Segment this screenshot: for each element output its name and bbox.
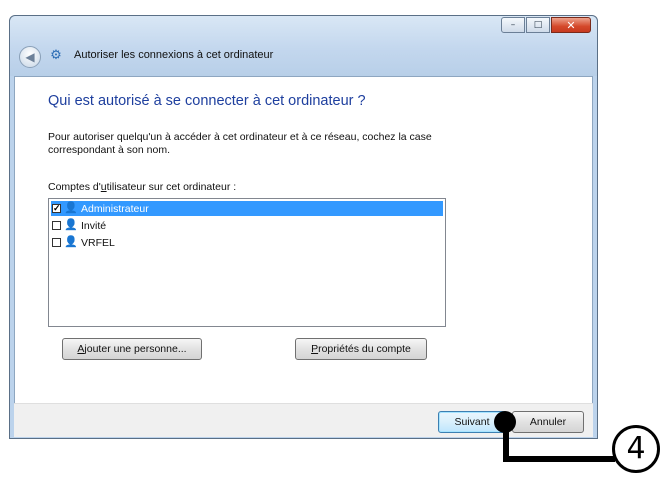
list-item[interactable]: 👤 VRFEL	[51, 235, 443, 250]
user-checkbox[interactable]	[52, 238, 61, 247]
list-item[interactable]: 👤 Invité	[51, 218, 443, 233]
user-list-label: Comptes d'utilisateur sur cet ordinateur…	[48, 181, 236, 193]
callout-line-horizontal	[503, 456, 615, 462]
user-list[interactable]: ✓ 👤 Administrateur 👤 Invité 👤 VRFEL	[48, 198, 446, 327]
user-name: Invité	[81, 219, 107, 232]
back-arrow-icon[interactable]: ◀	[19, 46, 41, 68]
close-button[interactable]: ✕	[551, 17, 591, 33]
description-text: Pour autoriser quelqu'un à accéder à cet…	[48, 131, 432, 156]
account-properties-button[interactable]: Propriétés du compte	[295, 338, 427, 360]
caption-buttons: – □ ✕	[500, 17, 591, 33]
add-person-label: jouter une personne...	[84, 343, 187, 355]
user-checkbox[interactable]: ✓	[52, 204, 61, 213]
dialog-window: – □ ✕ ◀ ⚙ Autoriser les connexions à cet…	[9, 15, 598, 439]
account-properties-label: ropriétés du compte	[318, 343, 411, 355]
content-panel: Qui est autorisé à se connecter à cet or…	[14, 76, 593, 403]
user-name: Administrateur	[81, 202, 149, 215]
list-label-post: tilisateur sur cet ordinateur :	[106, 181, 237, 193]
user-name: VRFEL	[81, 236, 115, 249]
minimize-button[interactable]: –	[501, 17, 525, 33]
user-checkbox[interactable]	[52, 221, 61, 230]
user-icon: 👤	[64, 202, 78, 214]
user-icon: 👤	[64, 219, 78, 231]
window-title: Autoriser les connexions à cet ordinateu…	[74, 49, 274, 61]
maximize-button[interactable]: □	[526, 17, 550, 33]
list-item[interactable]: ✓ 👤 Administrateur	[51, 201, 443, 216]
page-heading: Qui est autorisé à se connecter à cet or…	[48, 93, 366, 109]
add-person-button[interactable]: Ajouter une personne...	[62, 338, 202, 360]
network-icon: ⚙	[50, 48, 62, 63]
user-icon: 👤	[64, 236, 78, 248]
title-bar: – □ ✕ ◀ ⚙ Autoriser les connexions à cet…	[10, 16, 597, 76]
account-properties-accelerator: P	[311, 343, 319, 355]
cancel-button[interactable]: Annuler	[512, 411, 584, 433]
callout-dot	[494, 411, 516, 433]
list-label-pre: Comptes d'	[48, 181, 101, 193]
callout-step-number: 4	[612, 425, 660, 473]
